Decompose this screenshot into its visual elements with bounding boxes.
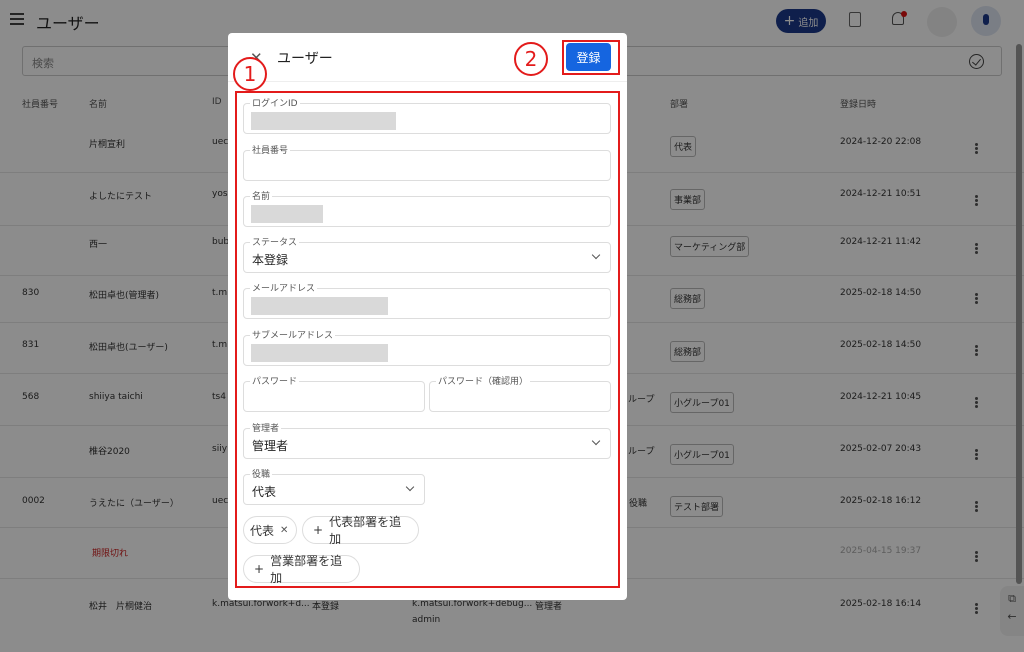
modal-divider	[228, 81, 627, 82]
annotation-box-form	[235, 91, 620, 588]
modal-title: ユーザー	[277, 51, 333, 67]
annotation-marker-1: 1	[233, 57, 267, 91]
annotation-box-register	[562, 40, 620, 75]
annotation-marker-2: 2	[514, 42, 548, 76]
